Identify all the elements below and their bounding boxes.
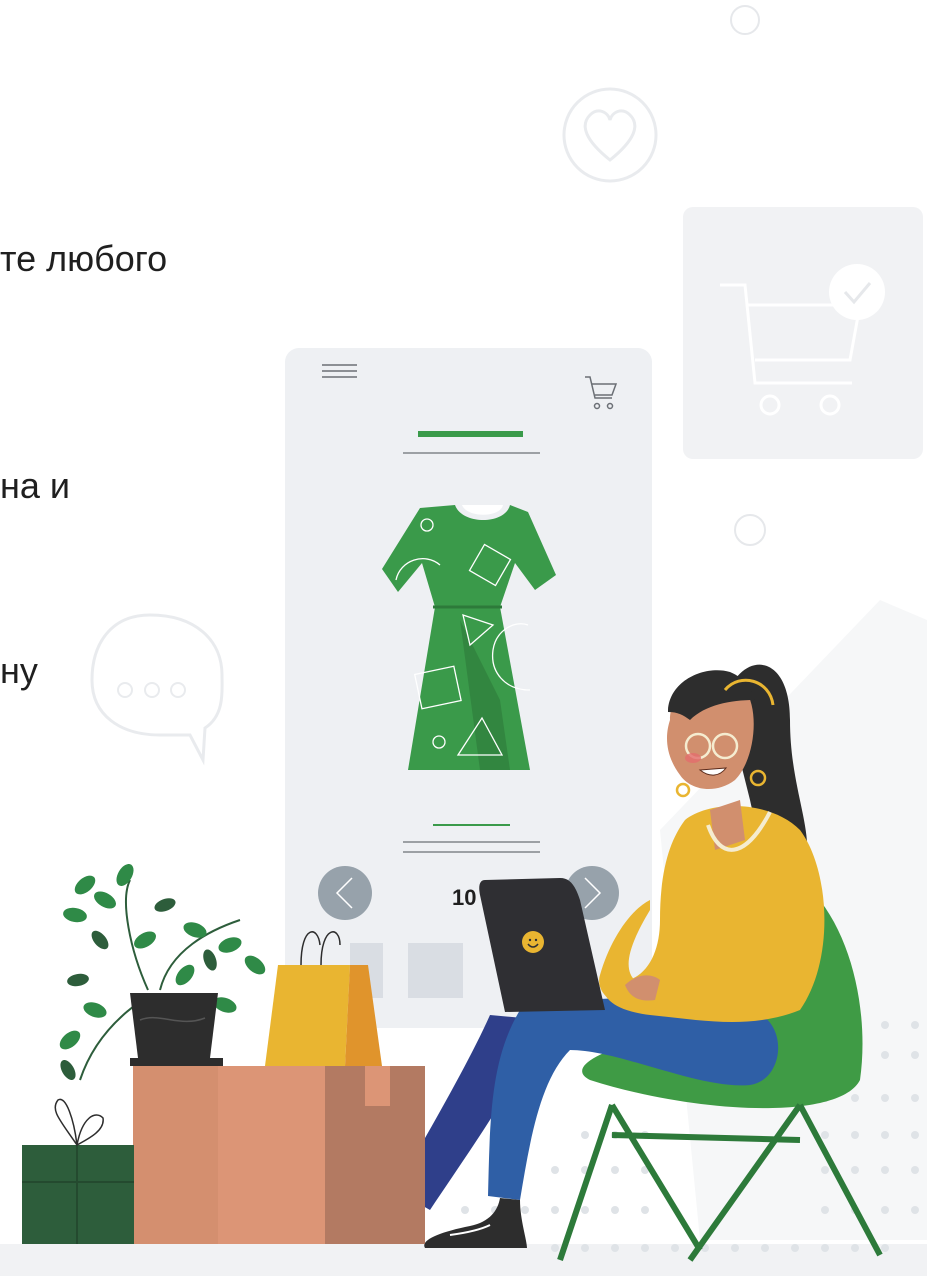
heart-icon [562,87,658,183]
potted-plant [59,864,266,1081]
phone-mockup: 10 [285,348,652,1028]
decor-circle-mid [734,514,766,546]
chat-bubble-icon [90,613,224,766]
thumbnail [408,943,463,998]
check-cart-icon [683,207,923,459]
cardboard-boxes [133,1066,425,1244]
decor-circle-top [730,5,760,35]
gift-box [22,1098,134,1244]
title-bar [418,431,523,437]
price-label: 10 [452,885,476,910]
shopping-illustration: 10 [22,5,927,1262]
arrow-left-icon [318,866,372,920]
